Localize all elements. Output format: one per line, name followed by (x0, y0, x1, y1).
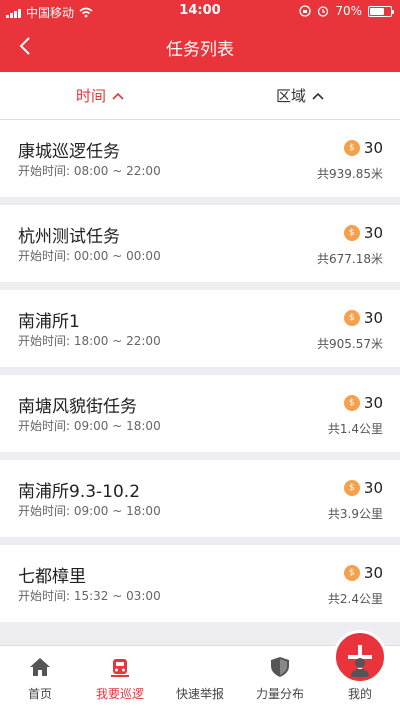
tab-report-label: 快速举报 (175, 687, 224, 701)
tab-bar: 首页 我要巡逻 快速举报 力量分布 我的 (0, 630, 400, 710)
task-points: $ 30 (343, 139, 383, 157)
task-points: $ 30 (343, 479, 383, 497)
tab-patrol-label: 我要巡逻 (95, 687, 144, 701)
shield-icon (271, 657, 289, 677)
coin-icon: $ (343, 140, 360, 156)
task-time: 开始时间: 15:32 ~ 03:00 (18, 589, 161, 603)
task-name: 南塘风貌街任务 (18, 397, 137, 417)
points-value: 30 (363, 479, 383, 497)
coin-icon: $ (343, 565, 360, 581)
points-value: 30 (363, 394, 383, 412)
battery-percent: 70% (335, 4, 362, 18)
home-icon (30, 658, 50, 676)
task-distance: 共1.4公里 (327, 422, 383, 436)
task-name: 南浦所1 (18, 312, 80, 332)
page-title: 任务列表 (166, 40, 234, 60)
tab-home[interactable]: 首页 (0, 646, 80, 710)
task-points: $ 30 (343, 224, 383, 242)
points-value: 30 (363, 139, 383, 157)
task-name: 康城巡逻任务 (18, 142, 120, 162)
chevron-up-icon (312, 92, 324, 100)
tab-force[interactable]: 力量分布 (240, 646, 320, 710)
siren-icon (111, 659, 129, 677)
tab-force-label: 力量分布 (255, 687, 304, 701)
chevron-up-icon (112, 92, 124, 100)
task-distance: 共2.4公里 (327, 592, 383, 606)
coin-icon: $ (343, 310, 360, 326)
sort-by-area[interactable]: 区域 (200, 72, 400, 119)
task-card[interactable]: 康城巡逻任务 开始时间: 08:00 ~ 22:00 $ 30 共939.85米 (0, 120, 400, 197)
task-distance: 共677.18米 (317, 252, 383, 266)
points-value: 30 (363, 309, 383, 327)
tab-mine-label: 我的 (347, 687, 372, 701)
task-name: 杭州测试任务 (18, 227, 120, 247)
sort-by-time[interactable]: 时间 (0, 72, 200, 119)
task-distance: 共905.57米 (317, 337, 383, 351)
tab-mine[interactable]: 我的 (320, 646, 400, 710)
task-time: 开始时间: 00:00 ~ 00:00 (18, 249, 161, 263)
coin-icon: $ (343, 225, 360, 241)
status-bar: 中国移动 14:00 70% (0, 0, 400, 22)
sort-time-label: 时间 (75, 87, 106, 105)
coin-icon: $ (343, 480, 360, 496)
user-icon (351, 658, 369, 677)
task-card[interactable]: 七都樟里 开始时间: 15:32 ~ 03:00 $ 30 共2.4公里 (0, 545, 400, 622)
task-time: 开始时间: 08:00 ~ 22:00 (18, 164, 161, 178)
task-time: 开始时间: 09:00 ~ 18:00 (18, 504, 161, 518)
task-card[interactable]: 南浦所1 开始时间: 18:00 ~ 22:00 $ 30 共905.57米 (0, 290, 400, 367)
task-time: 开始时间: 18:00 ~ 22:00 (18, 334, 161, 348)
task-time: 开始时间: 09:00 ~ 18:00 (18, 419, 161, 433)
task-name: 南浦所9.3-10.2 (18, 482, 141, 502)
battery-icon (368, 5, 394, 17)
task-points: $ 30 (343, 309, 383, 327)
points-value: 30 (363, 224, 383, 242)
app-header: 中国移动 14:00 70% 任务列表 (0, 0, 400, 72)
nav-bar: 任务列表 (0, 22, 400, 72)
tab-home-label: 首页 (27, 687, 52, 701)
task-card[interactable]: 杭州测试任务 开始时间: 00:00 ~ 00:00 $ 30 共677.18米 (0, 205, 400, 282)
rotation-lock-icon (299, 5, 311, 17)
task-card[interactable]: 南塘风貌街任务 开始时间: 09:00 ~ 18:00 $ 30 共1.4公里 (0, 375, 400, 452)
points-value: 30 (363, 564, 383, 582)
coin-icon: $ (343, 395, 360, 411)
sort-area-label: 区域 (275, 87, 306, 105)
task-distance: 共939.85米 (317, 167, 383, 181)
task-name: 七都樟里 (18, 567, 86, 587)
tab-report[interactable]: 快速举报 (160, 630, 387, 710)
tab-patrol[interactable]: 我要巡逻 (80, 646, 160, 710)
task-distance: 共3.9公里 (327, 507, 383, 521)
sort-bar: 时间 区域 (0, 72, 400, 120)
task-card[interactable]: 南浦所9.3-10.2 开始时间: 09:00 ~ 18:00 $ 30 共3.… (0, 460, 400, 537)
task-points: $ 30 (343, 394, 383, 412)
alarm-icon (318, 6, 329, 17)
task-points: $ 30 (343, 564, 383, 582)
